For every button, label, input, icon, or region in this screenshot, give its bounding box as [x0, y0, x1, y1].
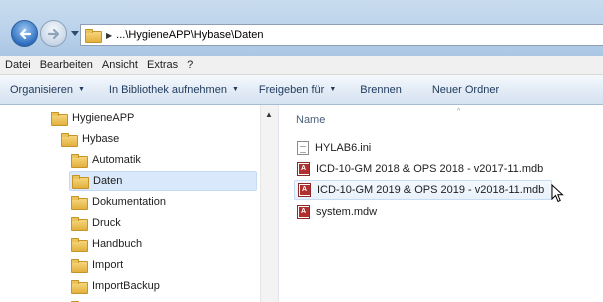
menu-help[interactable]: ?: [187, 59, 193, 71]
share-with-button[interactable]: Freigeben für ▼: [259, 84, 336, 96]
menu-view[interactable]: Ansicht: [102, 59, 138, 71]
folder-icon: [71, 280, 88, 294]
folder-icon: [71, 259, 88, 273]
folder-icon: [71, 238, 88, 252]
file-row[interactable]: A ICD-10-GM 2018 & OPS 2018 - v2017-11.m…: [294, 159, 543, 179]
tree-item-druck[interactable]: Druck: [71, 213, 121, 233]
tree-item-label: Dokumentation: [92, 196, 166, 208]
tree-item-label: HygieneAPP: [72, 112, 135, 124]
burn-button[interactable]: Brennen: [360, 84, 402, 96]
include-in-library-button[interactable]: In Bibliothek aufnehmen ▼: [109, 84, 239, 96]
tree-item-dokumentation[interactable]: Dokumentation: [71, 192, 166, 212]
folder-icon: [71, 154, 88, 168]
navigation-pane: HygieneAPP Hybase Automatik Daten Dokume…: [0, 105, 279, 302]
chevron-down-icon: ▼: [329, 86, 337, 93]
tree-item-label: Handbuch: [92, 238, 143, 250]
access-database-icon: A: [297, 162, 310, 176]
chevron-down-icon: ▼: [77, 86, 85, 93]
file-name: ICD-10-GM 2019 & OPS 2019 - v2018-11.mdb: [317, 184, 545, 196]
folder-icon: [51, 112, 68, 126]
tree-item-importbackup[interactable]: ImportBackup: [71, 276, 160, 296]
organize-button[interactable]: Organisieren ▼: [10, 84, 85, 96]
tree-item-label: Hybase: [82, 133, 120, 145]
column-header-name[interactable]: Name: [296, 114, 325, 126]
file-name: ICD-10-GM 2018 & OPS 2018 - v2017-11.mdb: [316, 163, 544, 175]
file-row[interactable]: A system.mdw: [294, 202, 377, 222]
navigation-scrollbar[interactable]: [260, 105, 278, 302]
file-name: system.mdw: [316, 206, 378, 218]
recent-pages-dropdown-icon[interactable]: [71, 29, 79, 37]
menu-edit[interactable]: Bearbeiten: [40, 59, 93, 71]
tree-item-handbuch[interactable]: Handbuch: [71, 234, 142, 254]
menu-file[interactable]: Datei: [5, 59, 31, 71]
tree-item-import[interactable]: Import: [71, 255, 123, 275]
tree-item-automatik[interactable]: Automatik: [71, 150, 141, 170]
tree-item-hybase[interactable]: Hybase: [61, 129, 119, 149]
tree-item-label: Druck: [92, 217, 121, 229]
address-toolbar: ▶ ...\HygieneAPP\Hybase\Daten: [0, 0, 603, 56]
command-bar: Organisieren ▼ In Bibliothek aufnehmen ▼…: [0, 75, 603, 105]
folder-icon: [85, 29, 102, 43]
menu-tools[interactable]: Extras: [147, 59, 178, 71]
folder-icon: [72, 175, 89, 189]
tree-item-label: Automatik: [92, 154, 141, 166]
new-folder-button[interactable]: Neuer Ordner: [432, 84, 499, 96]
access-workgroup-icon: A: [297, 205, 310, 219]
folder-icon: [61, 133, 78, 147]
chevron-down-icon: ▼: [231, 86, 239, 93]
tree-item-daten[interactable]: Daten: [69, 171, 257, 191]
mouse-cursor-icon: [551, 184, 564, 203]
include-in-library-label: In Bibliothek aufnehmen: [108, 83, 227, 96]
back-button[interactable]: [11, 20, 38, 47]
organize-label: Organisieren: [10, 83, 73, 96]
address-bar[interactable]: ▶ ...\HygieneAPP\Hybase\Daten: [80, 24, 603, 46]
new-folder-label: Neuer Ordner: [431, 83, 500, 96]
file-row-hovered[interactable]: A ICD-10-GM 2019 & OPS 2019 - v2018-11.m…: [294, 180, 552, 200]
tree-item-label: Daten: [93, 175, 123, 187]
tree-item-partial[interactable]: [71, 297, 92, 302]
ini-file-icon: [297, 141, 309, 155]
sort-ascending-icon: ^: [457, 108, 461, 115]
folder-icon: [71, 217, 88, 231]
access-database-icon: A: [298, 183, 311, 197]
scroll-up-arrow-icon[interactable]: ▲: [263, 110, 275, 120]
arrow-left-icon: [19, 28, 31, 39]
folder-icon: [71, 196, 88, 210]
file-name: HYLAB6.ini: [315, 142, 372, 154]
share-with-label: Freigeben für: [258, 83, 325, 96]
tree-item-label: Import: [92, 259, 124, 271]
arrow-right-icon: [47, 28, 59, 39]
tree-item-hygieneapp[interactable]: HygieneAPP: [51, 108, 134, 128]
forward-button[interactable]: [40, 20, 67, 47]
menu-bar: Datei Bearbeiten Ansicht Extras ?: [0, 56, 603, 75]
burn-label: Brennen: [360, 83, 402, 96]
breadcrumb-chevron-icon[interactable]: ▶: [106, 31, 112, 40]
tree-item-label: ImportBackup: [92, 280, 160, 292]
address-path: ...\HygieneAPP\Hybase\Daten: [116, 29, 264, 41]
file-row[interactable]: HYLAB6.ini: [294, 138, 371, 158]
